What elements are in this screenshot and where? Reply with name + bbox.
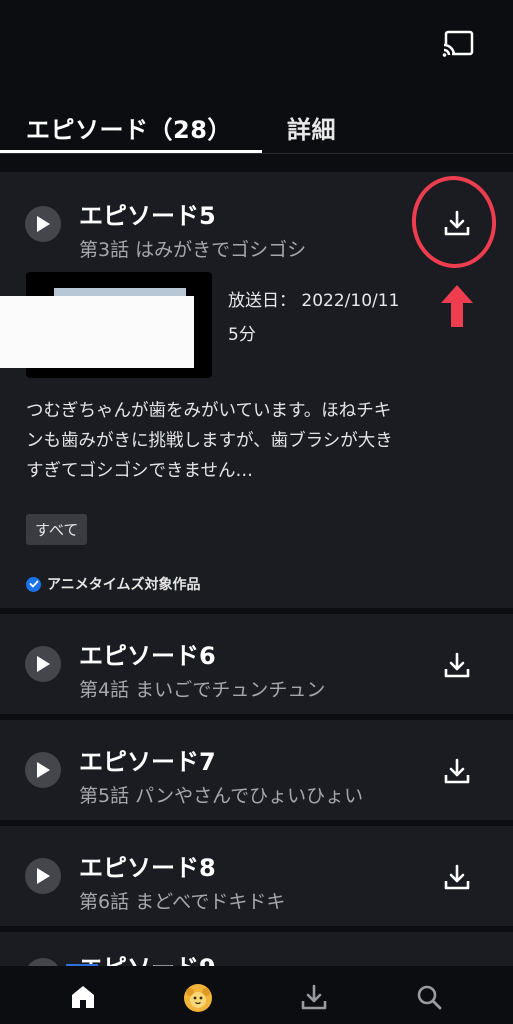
cast-button[interactable] bbox=[440, 28, 476, 60]
character-icon bbox=[184, 984, 212, 1012]
cast-icon bbox=[442, 30, 474, 57]
episode-title: エピソード5 bbox=[79, 202, 216, 230]
bottom-nav bbox=[0, 966, 513, 1024]
nav-home[interactable] bbox=[68, 982, 98, 1012]
download-icon bbox=[444, 758, 470, 784]
tab-details[interactable]: 詳細 bbox=[287, 110, 336, 145]
anime-times-badge: アニメタイムズ対象作品 bbox=[26, 574, 200, 594]
tab-bar: エピソード（28） 詳細 bbox=[0, 100, 513, 154]
download-nav-icon bbox=[301, 984, 327, 1010]
play-button[interactable] bbox=[25, 646, 61, 682]
episode-card[interactable]: エピソード8 第6話 まどべでドキドキ bbox=[0, 826, 513, 926]
badge-label: アニメタイムズ対象作品 bbox=[47, 577, 201, 593]
tab-active-indicator bbox=[0, 150, 262, 153]
tab-episodes[interactable]: エピソード（28） bbox=[26, 110, 232, 145]
app-screen: エピソード（28） 詳細 エピソード5 第3話 はみがきでゴシゴシ 放送日： 2… bbox=[0, 0, 513, 1024]
episode-subtitle: 第3話 はみがきでゴシゴシ bbox=[79, 239, 307, 261]
annotation-arrow-icon bbox=[441, 285, 473, 327]
download-button[interactable] bbox=[440, 860, 474, 894]
play-button[interactable] bbox=[25, 206, 61, 242]
home-icon bbox=[72, 986, 94, 1008]
nav-search[interactable] bbox=[414, 982, 444, 1012]
duration: 5分 bbox=[228, 325, 256, 345]
episode-description: つむぎちゃんが歯をみがいています。ほねチキンも歯みがきに挑戦しますが、歯ブラシが… bbox=[26, 401, 393, 481]
play-button[interactable] bbox=[25, 858, 61, 894]
air-date: 放送日： 2022/10/11 bbox=[228, 291, 400, 311]
episode-card[interactable]: エピソード6 第4話 まいごでチュンチュン bbox=[0, 614, 513, 714]
download-icon bbox=[444, 652, 470, 678]
episode-subtitle: 第6話 まどべでドキドキ bbox=[79, 891, 286, 913]
play-button[interactable] bbox=[25, 752, 61, 788]
search-icon bbox=[417, 985, 442, 1010]
nav-character[interactable] bbox=[183, 983, 213, 1013]
episode-title: エピソード8 bbox=[79, 854, 216, 882]
download-button[interactable] bbox=[440, 648, 474, 682]
check-circle-icon bbox=[26, 576, 41, 592]
play-icon bbox=[37, 656, 50, 672]
episode-subtitle: 第4話 まいごでチュンチュン bbox=[79, 679, 326, 701]
episode-title: エピソード7 bbox=[79, 748, 216, 776]
audience-tag: すべて bbox=[26, 514, 88, 545]
nav-downloads[interactable] bbox=[299, 982, 329, 1012]
play-icon bbox=[37, 216, 50, 232]
play-icon bbox=[37, 762, 50, 778]
episode-subtitle: 第5話 パンやさんでひょいひょい bbox=[79, 785, 364, 807]
download-icon bbox=[444, 864, 470, 890]
play-icon bbox=[37, 868, 50, 884]
episode-title: エピソード6 bbox=[79, 642, 216, 670]
episode-card[interactable]: エピソード7 第5話 パンやさんでひょいひょい bbox=[0, 720, 513, 820]
thumbnail-redaction bbox=[0, 296, 194, 368]
download-button[interactable] bbox=[440, 754, 474, 788]
